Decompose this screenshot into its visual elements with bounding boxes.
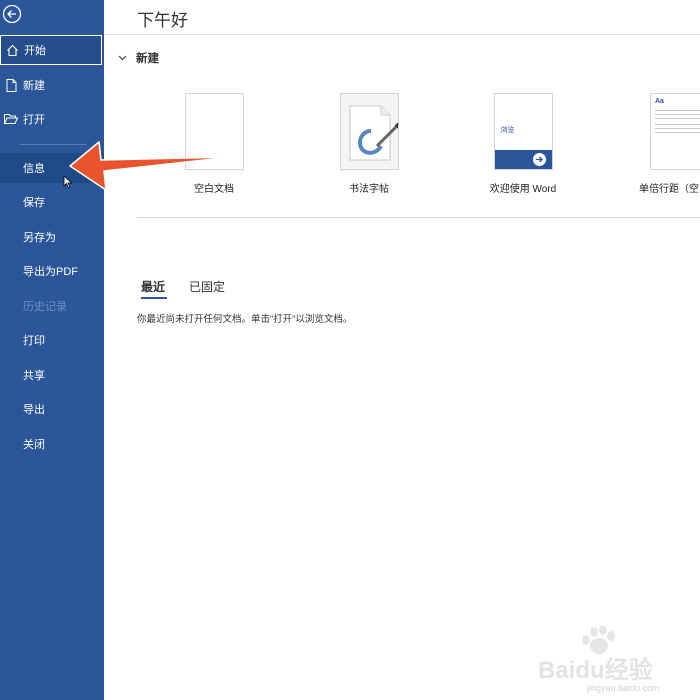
main-pane: 下午好 新建 空白文档 书法字帖 浏览 欢迎使用 Word Aa 单倍行距（空 …: [104, 0, 700, 700]
template-thumbnail: Aa: [650, 93, 700, 170]
watermark-url: jingyan.baidu.com: [587, 683, 660, 693]
chevron-down-icon: [118, 52, 127, 64]
header-divider: [104, 34, 700, 35]
template-caption: 书法字帖: [349, 184, 389, 195]
sidebar-item-label: 信息: [23, 163, 45, 175]
template-caption: 单倍行距（空: [639, 184, 699, 195]
page-title: 下午好: [137, 11, 188, 30]
sidebar-item-open[interactable]: 打开: [0, 104, 104, 134]
new-section-header[interactable]: 新建: [118, 50, 159, 66]
sidebar-item-label: 导出: [23, 404, 45, 416]
section-divider: [137, 217, 700, 218]
thumbnail-text: 浏览: [500, 127, 515, 134]
sidebar-item-label: 打开: [23, 114, 45, 126]
sidebar-item-export[interactable]: 导出: [0, 394, 104, 424]
sidebar-item-new[interactable]: 新建: [0, 70, 104, 100]
active-tab-indicator: [141, 297, 167, 299]
sidebar-item-label: 历史记录: [23, 301, 67, 313]
template-thumbnail: [184, 93, 244, 170]
sidebar-item-label: 保存: [23, 197, 45, 209]
template-calligraphy[interactable]: 书法字帖: [338, 93, 400, 195]
backstage-sidebar: 开始 新建 打开 信息 保存 另存为 导出为PDF 历史记录 打印 共享 导出 …: [0, 0, 104, 700]
template-thumbnail: [339, 93, 399, 170]
empty-state-message: 你最近尚未打开任何文档。单击“打开”以浏览文档。: [137, 314, 353, 325]
template-caption: 空白文档: [194, 184, 234, 195]
sidebar-item-label: 打印: [23, 335, 45, 347]
template-blank-document[interactable]: 空白文档: [183, 93, 245, 195]
sidebar-item-label: 开始: [24, 45, 46, 57]
sidebar-item-label: 导出为PDF: [23, 266, 78, 278]
sidebar-item-label: 关闭: [23, 439, 45, 451]
sidebar-item-save-as[interactable]: 另存为: [0, 222, 104, 252]
new-document-icon: [3, 77, 19, 93]
folder-open-icon: [3, 111, 19, 127]
mouse-cursor-icon: [63, 175, 73, 189]
thumbnail-text: Aa: [655, 98, 664, 105]
home-icon: [4, 42, 20, 58]
sidebar-item-label: 共享: [23, 370, 45, 382]
template-thumbnail: 浏览: [493, 93, 553, 170]
template-single-spaced[interactable]: Aa 单倍行距（空: [633, 93, 700, 195]
sidebar-item-label: 新建: [23, 80, 45, 92]
sidebar-item-info[interactable]: 信息: [0, 153, 104, 183]
sidebar-item-export-pdf[interactable]: 导出为PDF: [0, 256, 104, 286]
sidebar-item-save[interactable]: 保存: [0, 187, 104, 217]
calligraphy-brush-icon: [349, 105, 398, 161]
arrow-right-icon: [532, 153, 546, 166]
sidebar-item-label: 另存为: [23, 232, 56, 244]
template-welcome-word[interactable]: 浏览 欢迎使用 Word: [473, 93, 573, 195]
sidebar-item-print[interactable]: 打印: [0, 325, 104, 355]
sidebar-item-home[interactable]: 开始: [0, 35, 102, 65]
back-arrow-icon[interactable]: [2, 4, 22, 24]
tab-recent[interactable]: 最近: [141, 278, 165, 295]
watermark-text: Baidu经验: [538, 657, 653, 684]
template-caption: 欢迎使用 Word: [489, 184, 557, 195]
tab-pinned[interactable]: 已固定: [189, 278, 225, 295]
sidebar-item-history: 历史记录: [0, 291, 104, 321]
new-section-title: 新建: [136, 53, 159, 65]
sidebar-item-share[interactable]: 共享: [0, 360, 104, 390]
baidu-watermark: Baidu经验: [536, 625, 666, 686]
sidebar-item-close[interactable]: 关闭: [0, 429, 104, 459]
sidebar-divider: [20, 144, 87, 145]
